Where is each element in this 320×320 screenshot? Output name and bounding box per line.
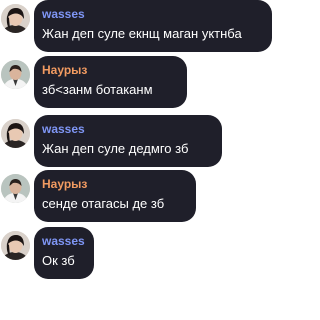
message-bubble: wasses Ок зб bbox=[34, 227, 94, 279]
message-text: Ок зб bbox=[42, 253, 75, 268]
sender-name[interactable]: Наурыз bbox=[42, 176, 186, 192]
message-item[interactable]: wasses Жан деп суле дедмго зб bbox=[0, 115, 286, 167]
message-bubble: Наурыз зб<занм ботаканм bbox=[34, 56, 187, 108]
sender-name[interactable]: wasses bbox=[42, 6, 262, 22]
user-avatar-wasses[interactable] bbox=[1, 231, 30, 260]
user-avatar-nauryz[interactable] bbox=[1, 174, 30, 203]
message-item[interactable]: Наурыз зб<занм ботаканм bbox=[0, 56, 286, 108]
message-bubble: Наурыз сенде отагасы де зб bbox=[34, 170, 196, 222]
user-avatar-wasses[interactable] bbox=[1, 119, 30, 148]
chat-message-list: wasses Жан деп суле екнщ маган уктнба На… bbox=[0, 0, 286, 320]
user-avatar-wasses[interactable] bbox=[1, 4, 30, 33]
user-avatar-nauryz[interactable] bbox=[1, 60, 30, 89]
message-bubble: wasses Жан деп суле екнщ маган уктнба bbox=[34, 0, 272, 52]
message-item[interactable]: wasses Ок зб bbox=[0, 227, 286, 279]
sender-name[interactable]: Наурыз bbox=[42, 62, 177, 78]
message-text: Жан деп суле екнщ маган уктнба bbox=[42, 26, 242, 41]
sender-name[interactable]: wasses bbox=[42, 233, 85, 249]
message-item[interactable]: wasses Жан деп суле екнщ маган уктнба bbox=[0, 0, 286, 52]
message-item[interactable]: Наурыз сенде отагасы де зб bbox=[0, 170, 286, 222]
message-text: Жан деп суле дедмго зб bbox=[42, 141, 189, 156]
message-text: зб<занм ботаканм bbox=[42, 82, 153, 97]
message-bubble: wasses Жан деп суле дедмго зб bbox=[34, 115, 222, 167]
message-text: сенде отагасы де зб bbox=[42, 196, 165, 211]
sender-name[interactable]: wasses bbox=[42, 121, 212, 137]
